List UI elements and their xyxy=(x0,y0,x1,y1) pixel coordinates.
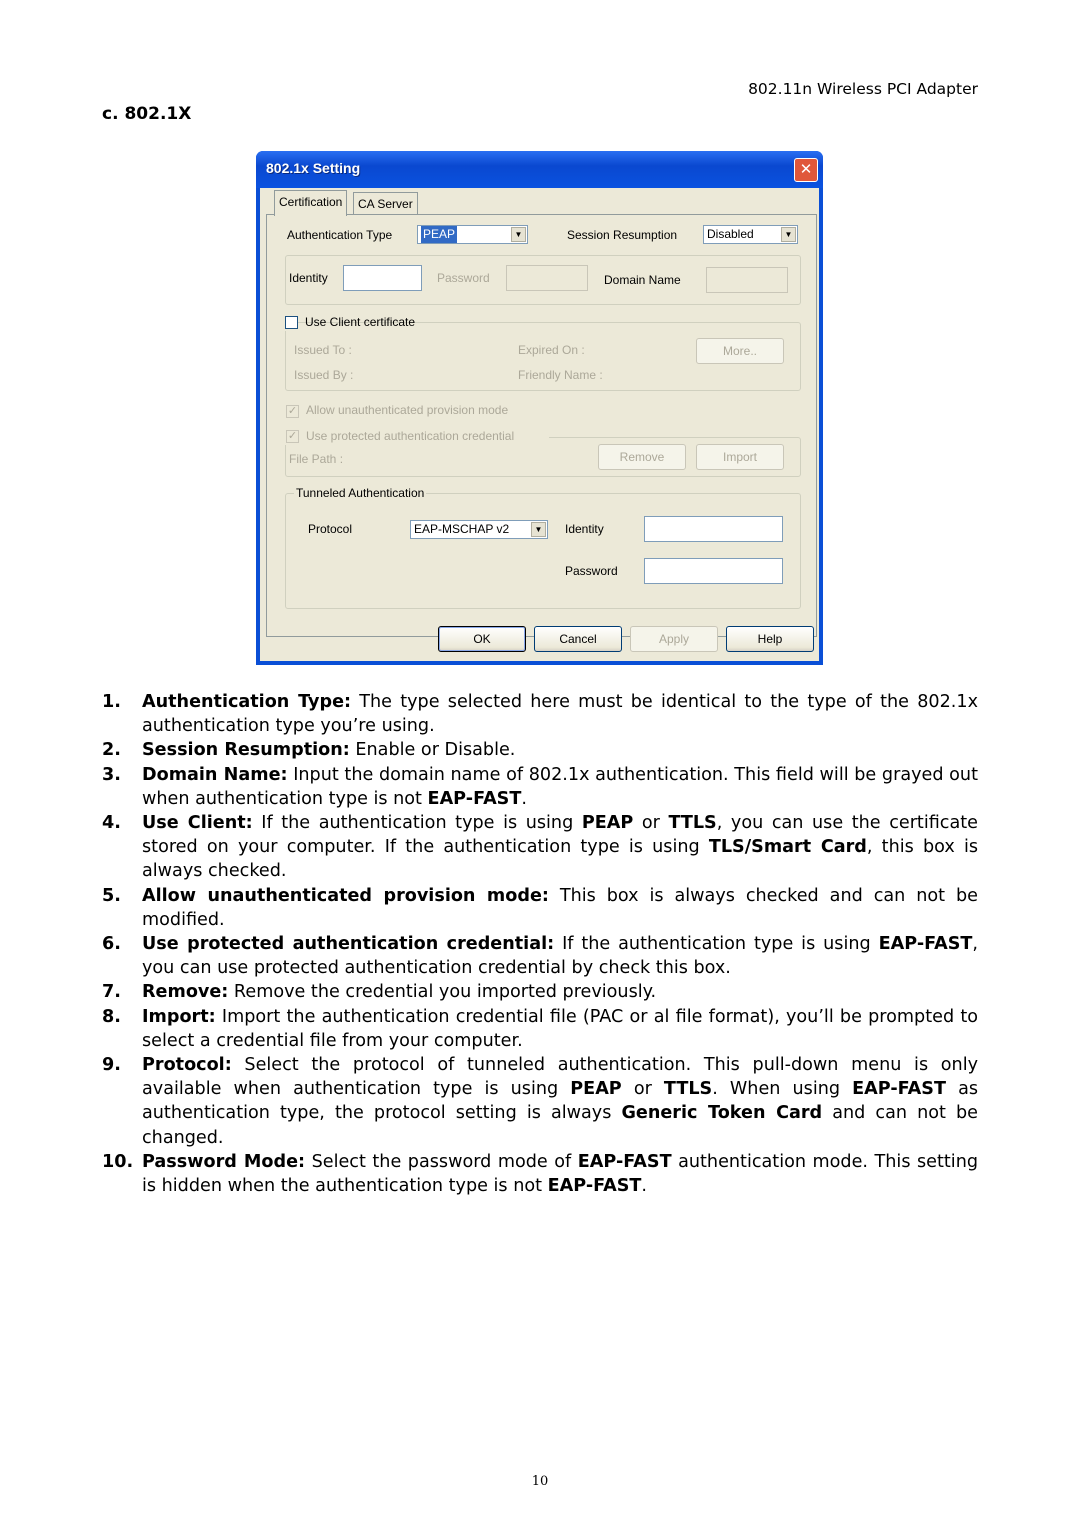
credentials-group: Identity Password Domain Name xyxy=(285,255,801,305)
instructions-list: 1. Authentication Type: The type selected… xyxy=(102,690,978,1198)
issued-by-label: Issued By : xyxy=(294,368,354,382)
tunnel-password-input[interactable] xyxy=(644,558,783,584)
list-item: 9. Protocol: Select the protocol of tunne… xyxy=(102,1055,979,1148)
running-header: 802.11n Wireless PCI Adapter xyxy=(748,80,978,98)
dialog-802-1x-setting: 802.1x Setting ✕ Certification CA Server… xyxy=(256,151,823,665)
tunnel-password-label: Password xyxy=(565,564,618,578)
dialog-titlebar[interactable]: 802.1x Setting ✕ xyxy=(256,151,823,188)
auth-type-select[interactable]: PEAP ▼ xyxy=(417,225,528,244)
tunneled-auth-group: Protocol EAP-MSCHAP v2 ▼ Identity Passwo… xyxy=(285,486,801,609)
password-label: Password xyxy=(437,271,490,285)
session-resumption-label: Session Resumption xyxy=(567,228,678,242)
auth-type-value: PEAP xyxy=(421,226,458,243)
auth-type-label: Authentication Type xyxy=(287,228,393,242)
protocol-value: EAP-MSCHAP v2 xyxy=(414,522,510,536)
ok-button[interactable]: OK xyxy=(438,626,526,652)
list-item: 3. Domain Name: Input the domain name of … xyxy=(102,764,978,809)
password-input[interactable] xyxy=(506,265,588,291)
tunnel-identity-label: Identity xyxy=(565,522,604,536)
use-client-cert-label: Use Client certificate xyxy=(305,315,416,329)
tab-certification[interactable]: Certification xyxy=(274,190,348,216)
more-button[interactable]: More.. xyxy=(696,338,784,364)
cancel-button[interactable]: Cancel xyxy=(534,626,622,652)
allow-unauth-checkbox[interactable]: ✓ xyxy=(286,405,299,418)
chevron-down-icon[interactable]: ▼ xyxy=(781,227,796,242)
apply-button[interactable]: Apply xyxy=(630,626,718,652)
import-button[interactable]: Import xyxy=(696,444,784,470)
session-resumption-select[interactable]: Disabled ▼ xyxy=(703,225,798,244)
client-certificate-group: Issued To : Issued By : Expired On : Fri… xyxy=(285,322,801,391)
use-protected-checkbox[interactable]: ✓ xyxy=(286,430,299,443)
list-item: 5. Allow unauthenticated provision mode: … xyxy=(102,885,978,930)
domain-name-label: Domain Name xyxy=(604,273,681,287)
list-item: 4. Use Client: If the authentication type… xyxy=(102,813,978,882)
identity-label: Identity xyxy=(289,271,328,285)
section-title: c. 802.1X xyxy=(102,104,192,124)
list-item: 2. Session Resumption: Enable or Disable. xyxy=(102,740,516,761)
list-item: 7. Remove: Remove the credential you impo… xyxy=(102,982,657,1003)
close-icon[interactable]: ✕ xyxy=(794,158,818,182)
list-item: 10. Password Mode: Select the password mo… xyxy=(102,1151,979,1197)
use-client-cert-option[interactable]: Use Client certificate xyxy=(285,315,415,331)
dialog-title: 802.1x Setting xyxy=(266,160,361,176)
list-item: 1. Authentication Type: The type selected… xyxy=(102,692,978,737)
list-item: 6. Use protected authentication credentia… xyxy=(102,934,978,979)
tab-panel-certification: Authentication Type PEAP ▼ Session Resum… xyxy=(266,214,817,637)
use-protected-label: Use protected authentication credential xyxy=(306,429,515,443)
file-path-label: File Path : xyxy=(289,452,344,466)
tunneled-auth-legend: Tunneled Authentication xyxy=(294,486,427,500)
protocol-label: Protocol xyxy=(308,522,353,536)
protocol-select[interactable]: EAP-MSCHAP v2 ▼ xyxy=(410,520,548,539)
list-item: 8. Import: Import the authentication cred… xyxy=(102,1006,978,1051)
domain-name-input[interactable] xyxy=(706,267,788,293)
use-protected-option[interactable]: ✓ Use protected authentication credentia… xyxy=(285,429,549,445)
tunnel-identity-input[interactable] xyxy=(644,516,783,542)
help-button[interactable]: Help xyxy=(726,626,814,652)
dialog-client-area: Certification CA Server Authentication T… xyxy=(260,188,819,661)
use-client-cert-checkbox[interactable] xyxy=(285,316,298,329)
page-number: 10 xyxy=(531,1474,549,1489)
remove-button[interactable]: Remove xyxy=(598,444,686,470)
friendly-name-label: Friendly Name : xyxy=(518,368,603,382)
chevron-down-icon[interactable]: ▼ xyxy=(531,522,546,537)
expired-on-label: Expired On : xyxy=(518,343,585,357)
issued-to-label: Issued To : xyxy=(294,343,352,357)
tab-ca-server[interactable]: CA Server xyxy=(353,192,418,215)
allow-unauth-label: Allow unauthenticated provision mode xyxy=(306,403,509,417)
session-resumption-value: Disabled xyxy=(707,227,754,241)
chevron-down-icon[interactable]: ▼ xyxy=(511,227,526,242)
identity-input[interactable] xyxy=(343,265,422,291)
